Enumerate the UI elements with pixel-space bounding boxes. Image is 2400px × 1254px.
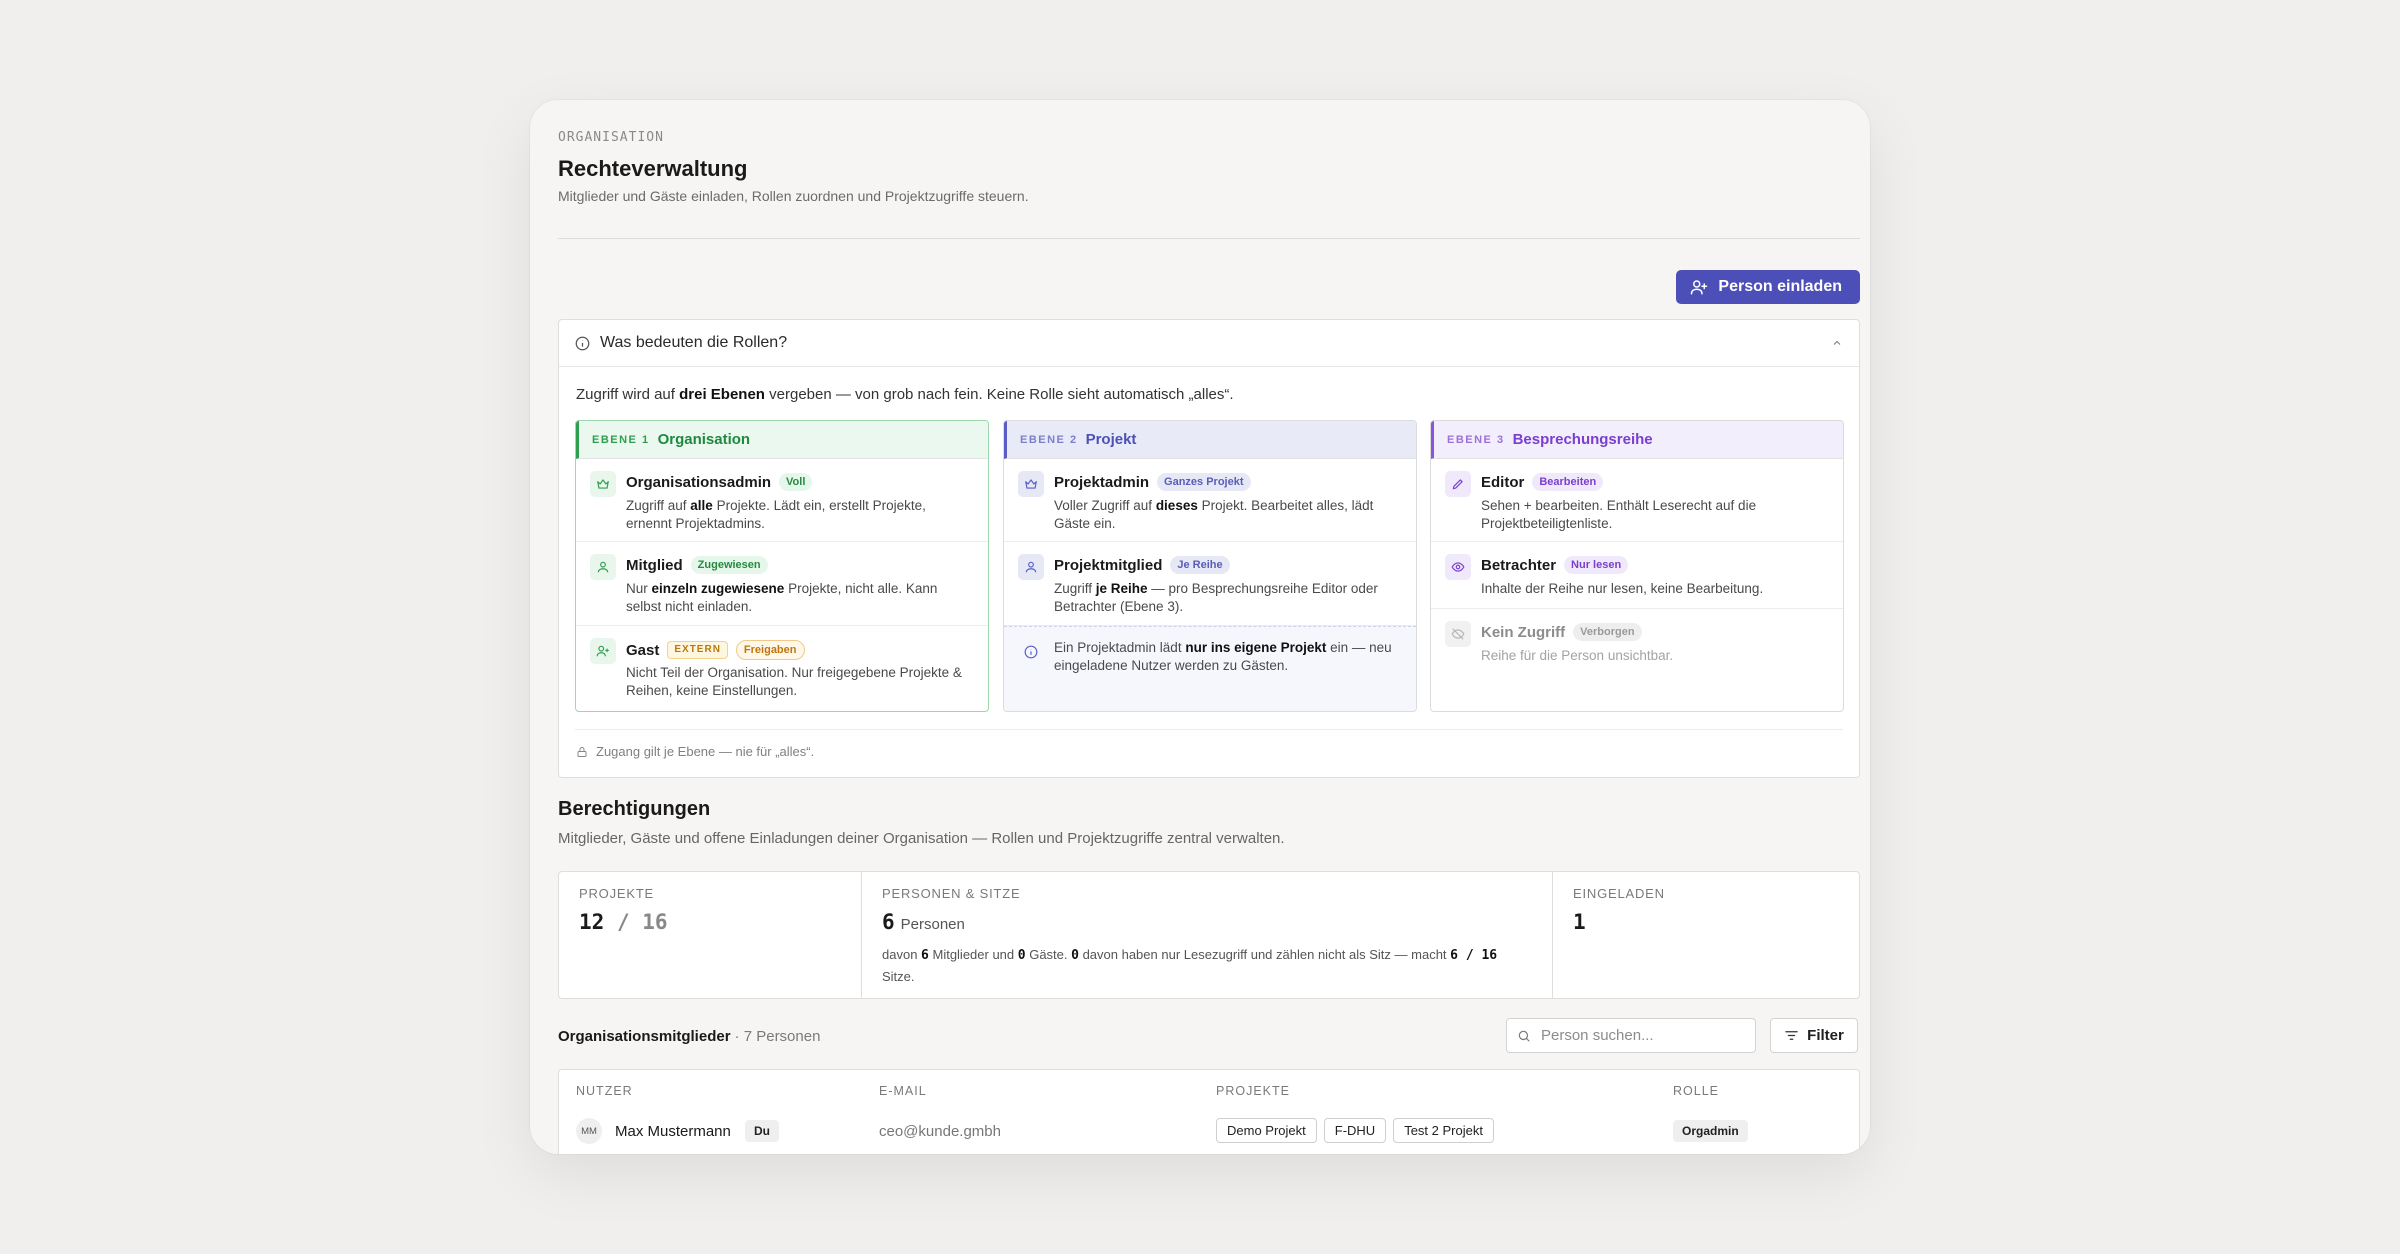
role-description: Nicht Teil der Organisation. Nur freigeg… [626, 665, 962, 698]
column-header: E-MAIL [879, 1084, 927, 1098]
role-editor: Editor Bearbeiten Sehen + bearbeiten. Ent… [1431, 459, 1843, 542]
column-header: NUTZER [576, 1084, 633, 1098]
project-chip[interactable]: Test 2 Projekt [1393, 1118, 1494, 1143]
role-levels: EBENE 1 Organisation Organisationsadmin Vo… [575, 420, 1844, 712]
eye-off-icon [1445, 621, 1471, 647]
extern-badge: EXTERN [667, 641, 728, 659]
app-window: ORGANISATION Rechteverwaltung Mitglieder… [530, 100, 1870, 1154]
page-overline: ORGANISATION [558, 130, 664, 145]
level-besprechungsreihe: EBENE 3 Besprechungsreihe Editor Bearbeite… [1430, 420, 1844, 712]
note-text: Ein Projektadmin lädt nur ins eigene Pro… [1054, 640, 1392, 673]
roles-explainer: Was bedeuten die Rollen? Zugriff wird au… [558, 319, 1860, 778]
invite-person-button[interactable]: Person einladen [1676, 270, 1860, 304]
project-chips: Demo Projekt F-DHU Test 2 Projekt [1216, 1118, 1494, 1143]
role-badge: Bearbeiten [1532, 473, 1604, 491]
eye-icon [1445, 554, 1471, 580]
role-badge: Verborgen [1573, 623, 1642, 641]
person-search[interactable] [1506, 1018, 1756, 1053]
roles-footer: Zugang gilt je Ebene — nie für „alles“. [576, 744, 814, 759]
seats-detail: davon 6 Mitglieder und 0 Gäste. 0 davon … [882, 947, 1498, 984]
level-organisation: EBENE 1 Organisation Organisationsadmin Vo… [575, 420, 989, 712]
column-header: ROLLE [1673, 1084, 1719, 1098]
role-badge: Voll [779, 473, 813, 491]
role-badge: Je Reihe [1170, 556, 1230, 574]
column-header: PROJEKTE [1216, 1084, 1290, 1098]
user-plus-icon [1691, 280, 1708, 295]
members-count: · 7 Personen [734, 1028, 821, 1045]
project-chip[interactable]: F-DHU [1323, 1118, 1387, 1143]
pencil-icon [1445, 471, 1471, 497]
filter-button[interactable]: Filter [1770, 1018, 1858, 1053]
user-icon [590, 554, 616, 580]
search-icon [1518, 1030, 1530, 1042]
role-badge: Ganzes Projekt [1157, 473, 1251, 491]
you-badge: Du [745, 1120, 779, 1142]
permissions-title: Berechtigungen [558, 798, 711, 820]
role-description: Zugriff auf alle Projekte. Lädt ein, ers… [626, 498, 926, 531]
role-badge: Nur lesen [1564, 556, 1629, 574]
role-description: Voller Zugriff auf dieses Projekt. Bearb… [1054, 498, 1374, 531]
project-chip[interactable]: Demo Projekt [1216, 1118, 1317, 1143]
role-project-member: Projektmitglied Je Reihe Zugriff je Reihe… [1004, 542, 1416, 626]
role-badge: Zugewiesen [690, 556, 768, 574]
role-viewer: Betrachter Nur lesen Inhalte der Reihe nu… [1431, 542, 1843, 609]
roles-intro: Zugriff wird auf drei Ebenen vergeben — … [576, 386, 1234, 403]
role-description: Zugriff je Reihe — pro Besprechungsreihe… [1054, 581, 1378, 614]
avatar: MM [576, 1118, 602, 1144]
table-row[interactable]: MM Max Mustermann Du ceo@kunde.gmbh Demo… [559, 1116, 1859, 1154]
members-table: NUTZER E-MAIL PROJEKTE ROLLE MM Max Must… [558, 1069, 1860, 1154]
role-org-admin: Organisationsadmin Voll Zugriff auf alle … [576, 459, 988, 542]
roles-explainer-heading: Was bedeuten die Rollen? [600, 334, 788, 351]
role-no-access: Kein Zugriff Verborgen Reihe für die Pers… [1431, 609, 1843, 709]
filter-icon [1785, 1031, 1798, 1040]
user-name: Max Mustermann [615, 1123, 731, 1140]
header-divider [558, 238, 1860, 239]
level-header: EBENE 1 Organisation [576, 421, 988, 459]
role-description: Sehen + bearbeiten. Enthält Leserecht au… [1481, 498, 1757, 531]
role-member: Mitglied Zugewiesen Nur einzeln zugewiese… [576, 542, 988, 626]
level-header: EBENE 2 Projekt [1004, 421, 1416, 459]
page-subtitle: Mitglieder und Gäste einladen, Rollen zu… [558, 188, 1029, 204]
stats-panel: PROJEKTE 12 / 16 PERSONEN & SITZE 6 Perso… [558, 871, 1860, 999]
user-icon [1018, 554, 1044, 580]
crown-icon [1018, 471, 1044, 497]
stat-projects: PROJEKTE 12 / 16 [559, 872, 862, 998]
role-guest: Gast EXTERN Freigaben Nicht Teil der Organ… [576, 626, 988, 711]
role-badge[interactable]: Orgadmin [1673, 1120, 1748, 1142]
user-plus-icon [590, 638, 616, 664]
level-header: EBENE 3 Besprechungsreihe [1431, 421, 1843, 459]
level-projekt: EBENE 2 Projekt Projektadmin Ganzes Projek… [1003, 420, 1417, 712]
role-description: Nur einzeln zugewiesene Projekte, nicht … [626, 581, 938, 614]
role-description: Reihe für die Person unsichtbar. [1481, 648, 1674, 663]
role-description: Inhalte der Reihe nur lesen, keine Bearb… [1481, 581, 1764, 596]
info-icon [1018, 639, 1044, 665]
crown-icon [590, 471, 616, 497]
search-input[interactable] [1539, 1026, 1743, 1045]
members-title: Organisationsmitglieder · 7 Personen [558, 1028, 821, 1045]
project-admin-note: Ein Projektadmin lädt nur ins eigene Pro… [1004, 626, 1416, 711]
permissions-subtitle: Mitglieder, Gäste und offene Einladungen… [558, 830, 1285, 847]
role-badge: Freigaben [735, 640, 805, 660]
stat-invited: EINGELADEN 1 [1573, 886, 1665, 934]
divider [575, 729, 1843, 730]
info-icon [575, 336, 590, 350]
page-title: Rechteverwaltung [558, 156, 748, 181]
chevron-up-icon[interactable] [1831, 337, 1843, 349]
lock-icon [577, 746, 587, 757]
roles-explainer-toggle[interactable]: Was bedeuten die Rollen? [559, 320, 1859, 367]
stat-persons-seats: PERSONEN & SITZE 6 Personen davon 6 Mitgl… [862, 872, 1553, 998]
invite-button-label: Person einladen [1718, 278, 1842, 295]
user-email: ceo@kunde.gmbh [879, 1123, 1001, 1140]
role-project-admin: Projektadmin Ganzes Projekt Voller Zugrif… [1004, 459, 1416, 542]
